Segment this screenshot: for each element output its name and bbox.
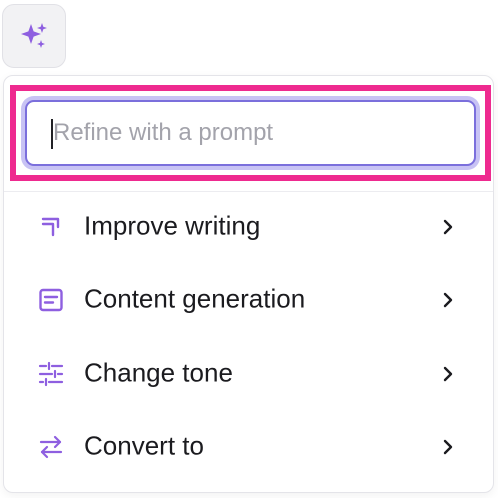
text-cursor — [51, 119, 53, 149]
chevron-right-icon — [440, 438, 456, 456]
menu-item-label: Content generation — [84, 283, 306, 314]
ai-menu-panel: Improve writing Content generation — [3, 75, 494, 493]
prompt-highlight-frame — [10, 85, 491, 181]
prompt-input-container[interactable] — [25, 100, 476, 166]
menu-item-label: Change tone — [84, 357, 233, 388]
document-text-icon — [38, 287, 64, 313]
swap-arrows-icon — [38, 434, 64, 460]
sliders-icon — [38, 361, 64, 387]
sparkles-icon — [19, 21, 49, 51]
prompt-input[interactable] — [27, 102, 474, 164]
menu-item-change-tone[interactable]: Change tone — [4, 343, 493, 403]
ai-assistant-page: Improve writing Content generation — [0, 0, 498, 498]
menu-divider — [4, 191, 493, 192]
menu-item-improve-writing[interactable]: Improve writing — [4, 196, 493, 256]
menu-item-content-generation[interactable]: Content generation — [4, 269, 493, 329]
chevron-right-icon — [440, 218, 456, 236]
improve-writing-icon — [38, 214, 64, 240]
menu-item-label: Improve writing — [84, 210, 261, 241]
menu-item-convert-to[interactable]: Convert to — [4, 416, 493, 476]
chevron-right-icon — [440, 291, 456, 309]
ai-assistant-button[interactable] — [2, 4, 66, 68]
menu-item-label: Convert to — [84, 430, 204, 461]
chevron-right-icon — [440, 365, 456, 383]
